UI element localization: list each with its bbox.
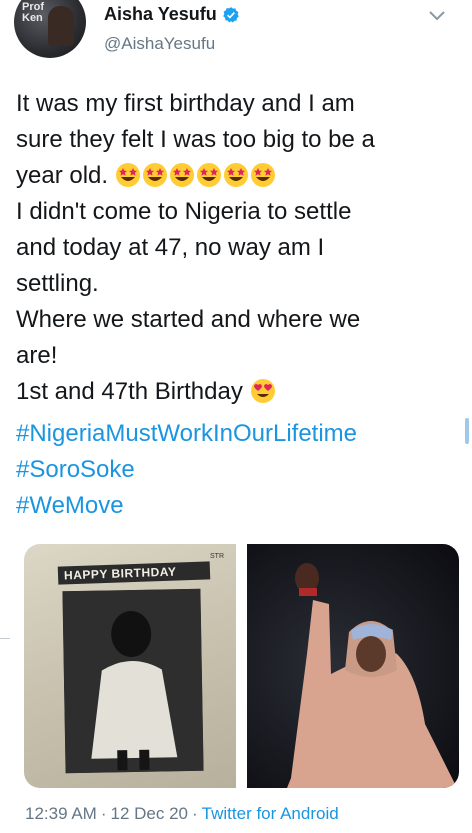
star-struck-emoji-icon [223, 163, 248, 187]
star-struck-emoji-icon [142, 163, 167, 187]
tweet-meta: 12:39 AM · 12 Dec 20 · Twitter for Android [25, 804, 339, 824]
hashtag-link[interactable]: #NigeriaMustWorkInOurLifetime [16, 416, 357, 452]
star-struck-emoji-icon [250, 163, 275, 187]
name-row: Aisha Yesufu [104, 4, 240, 25]
tweet-line-text: 1st and 47th Birthday [16, 378, 243, 405]
tweet-date[interactable]: 12 Dec 20 [111, 804, 189, 823]
hashtag-link[interactable]: #WeMove [16, 488, 357, 524]
meta-separator: · [100, 804, 107, 823]
star-struck-emoji-icon [196, 163, 221, 187]
tweet-source-link[interactable]: Twitter for Android [202, 804, 339, 823]
tweet-line: I didn't come to Nigeria to settle [16, 198, 352, 225]
tweet-line: sure they felt I was too big to be a [16, 126, 375, 153]
heart-eyes-emoji-slot [250, 378, 277, 405]
tweet-line-with-emoji: year old. [16, 158, 456, 194]
hashtag-list: #NigeriaMustWorkInOurLifetime #SoroSoke … [16, 416, 357, 524]
star-struck-emoji-icon [169, 163, 194, 187]
tweet-header: Prof Ken Aisha Yesufu @AishaYesufu [0, 0, 472, 80]
hashtag-link[interactable]: #SoroSoke [16, 452, 357, 488]
meta-separator: · [192, 804, 198, 823]
tweet-line: are! [16, 342, 58, 369]
author-handle[interactable]: @AishaYesufu [104, 34, 215, 54]
avatar-figure [48, 6, 74, 46]
tweet-line: settling. [16, 270, 99, 297]
tweet-line: It was my first birthday and I am [16, 90, 355, 117]
media-grid: HAPPY BIRTHDAY STR [24, 544, 459, 788]
author-name[interactable]: Aisha Yesufu [104, 4, 217, 25]
star-struck-emoji-row [115, 162, 277, 189]
tweet-time[interactable]: 12:39 AM [25, 804, 97, 823]
document-heading: STR [210, 553, 224, 560]
divider-mark [0, 638, 10, 639]
chevron-down-icon[interactable] [428, 10, 446, 22]
tweet-line-text: year old. [16, 162, 109, 189]
tweet-line-with-emoji: 1st and 47th Birthday [16, 374, 456, 410]
heart-eyes-emoji-icon [250, 379, 275, 403]
profile-avatar[interactable]: Prof Ken [14, 0, 86, 58]
verified-badge-icon [222, 6, 239, 22]
tweet-line: and today at 47, no way am I [16, 234, 325, 261]
photo-first-birthday[interactable]: HAPPY BIRTHDAY STR [24, 544, 236, 788]
scrollbar-thumb[interactable] [465, 418, 469, 444]
photo-raised-fist[interactable] [247, 544, 459, 788]
tweet-body: It was my first birthday and I am sure t… [16, 86, 456, 410]
avatar-graphic: Prof Ken [22, 1, 44, 24]
star-struck-emoji-icon [115, 163, 140, 187]
tweet-line: Where we started and where we [16, 306, 361, 333]
child-photo [62, 588, 204, 774]
woman-fist-illustration [287, 563, 457, 788]
happy-birthday-banner: HAPPY BIRTHDAY [57, 561, 211, 585]
